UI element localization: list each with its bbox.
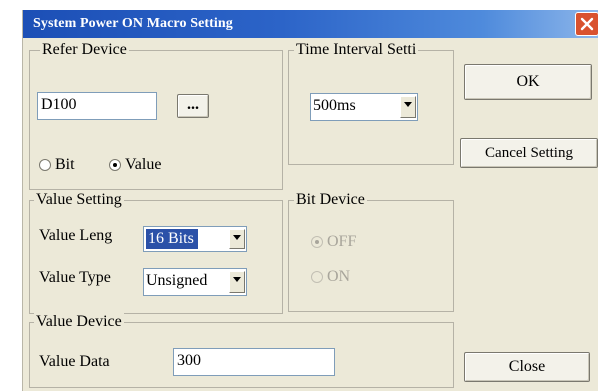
macro-setting-dialog: System Power ON Macro Setting Refer Devi… bbox=[22, 10, 598, 391]
refer-device-input[interactable]: D100 bbox=[37, 92, 157, 120]
time-interval-group-label: Time Interval Setti bbox=[294, 41, 419, 59]
window-close-button[interactable] bbox=[575, 12, 598, 36]
value-length-dropdown-button[interactable] bbox=[229, 229, 245, 249]
time-interval-select[interactable]: 500ms bbox=[310, 93, 418, 121]
chevron-down-icon bbox=[233, 235, 241, 240]
browse-device-button[interactable]: ... bbox=[177, 94, 209, 118]
value-data-input[interactable]: 300 bbox=[173, 348, 335, 376]
window-title: System Power ON Macro Setting bbox=[33, 16, 233, 31]
value-setting-group-label: Value Setting bbox=[34, 191, 124, 209]
close-button[interactable]: Close bbox=[464, 352, 590, 382]
radio-on-label: ON bbox=[327, 268, 351, 285]
radio-on bbox=[311, 271, 323, 283]
radio-value-label: Value bbox=[125, 156, 162, 173]
radio-value[interactable] bbox=[109, 159, 121, 171]
cancel-setting-button[interactable]: Cancel Setting bbox=[460, 138, 598, 168]
chevron-down-icon bbox=[404, 102, 412, 107]
time-interval-value: 500ms bbox=[313, 97, 356, 114]
bit-device-group-label: Bit Device bbox=[294, 191, 367, 209]
value-type-value: Unsigned bbox=[146, 272, 208, 289]
chevron-down-icon bbox=[233, 277, 241, 282]
value-length-label: Value Leng bbox=[39, 227, 113, 244]
radio-bit[interactable] bbox=[39, 159, 51, 171]
time-interval-dropdown-button[interactable] bbox=[400, 96, 416, 118]
bit-device-group: Bit Device bbox=[288, 191, 454, 312]
value-type-dropdown-button[interactable] bbox=[229, 271, 245, 293]
radio-bit-label: Bit bbox=[55, 156, 75, 173]
value-data-label: Value Data bbox=[39, 353, 110, 370]
value-length-select[interactable]: 16 Bits bbox=[143, 226, 247, 252]
value-type-select[interactable]: Unsigned bbox=[143, 268, 247, 296]
radio-off bbox=[311, 236, 323, 248]
value-type-label: Value Type bbox=[39, 269, 111, 286]
title-bar[interactable]: System Power ON Macro Setting bbox=[23, 10, 598, 38]
value-length-value: 16 Bits bbox=[146, 229, 198, 249]
ok-button[interactable]: OK bbox=[464, 64, 592, 100]
value-setting-group: Value Setting bbox=[29, 191, 283, 314]
radio-off-label: OFF bbox=[327, 233, 357, 250]
refer-device-group-label: Refer Device bbox=[40, 41, 129, 59]
value-device-group-label: Value Device bbox=[34, 313, 124, 331]
